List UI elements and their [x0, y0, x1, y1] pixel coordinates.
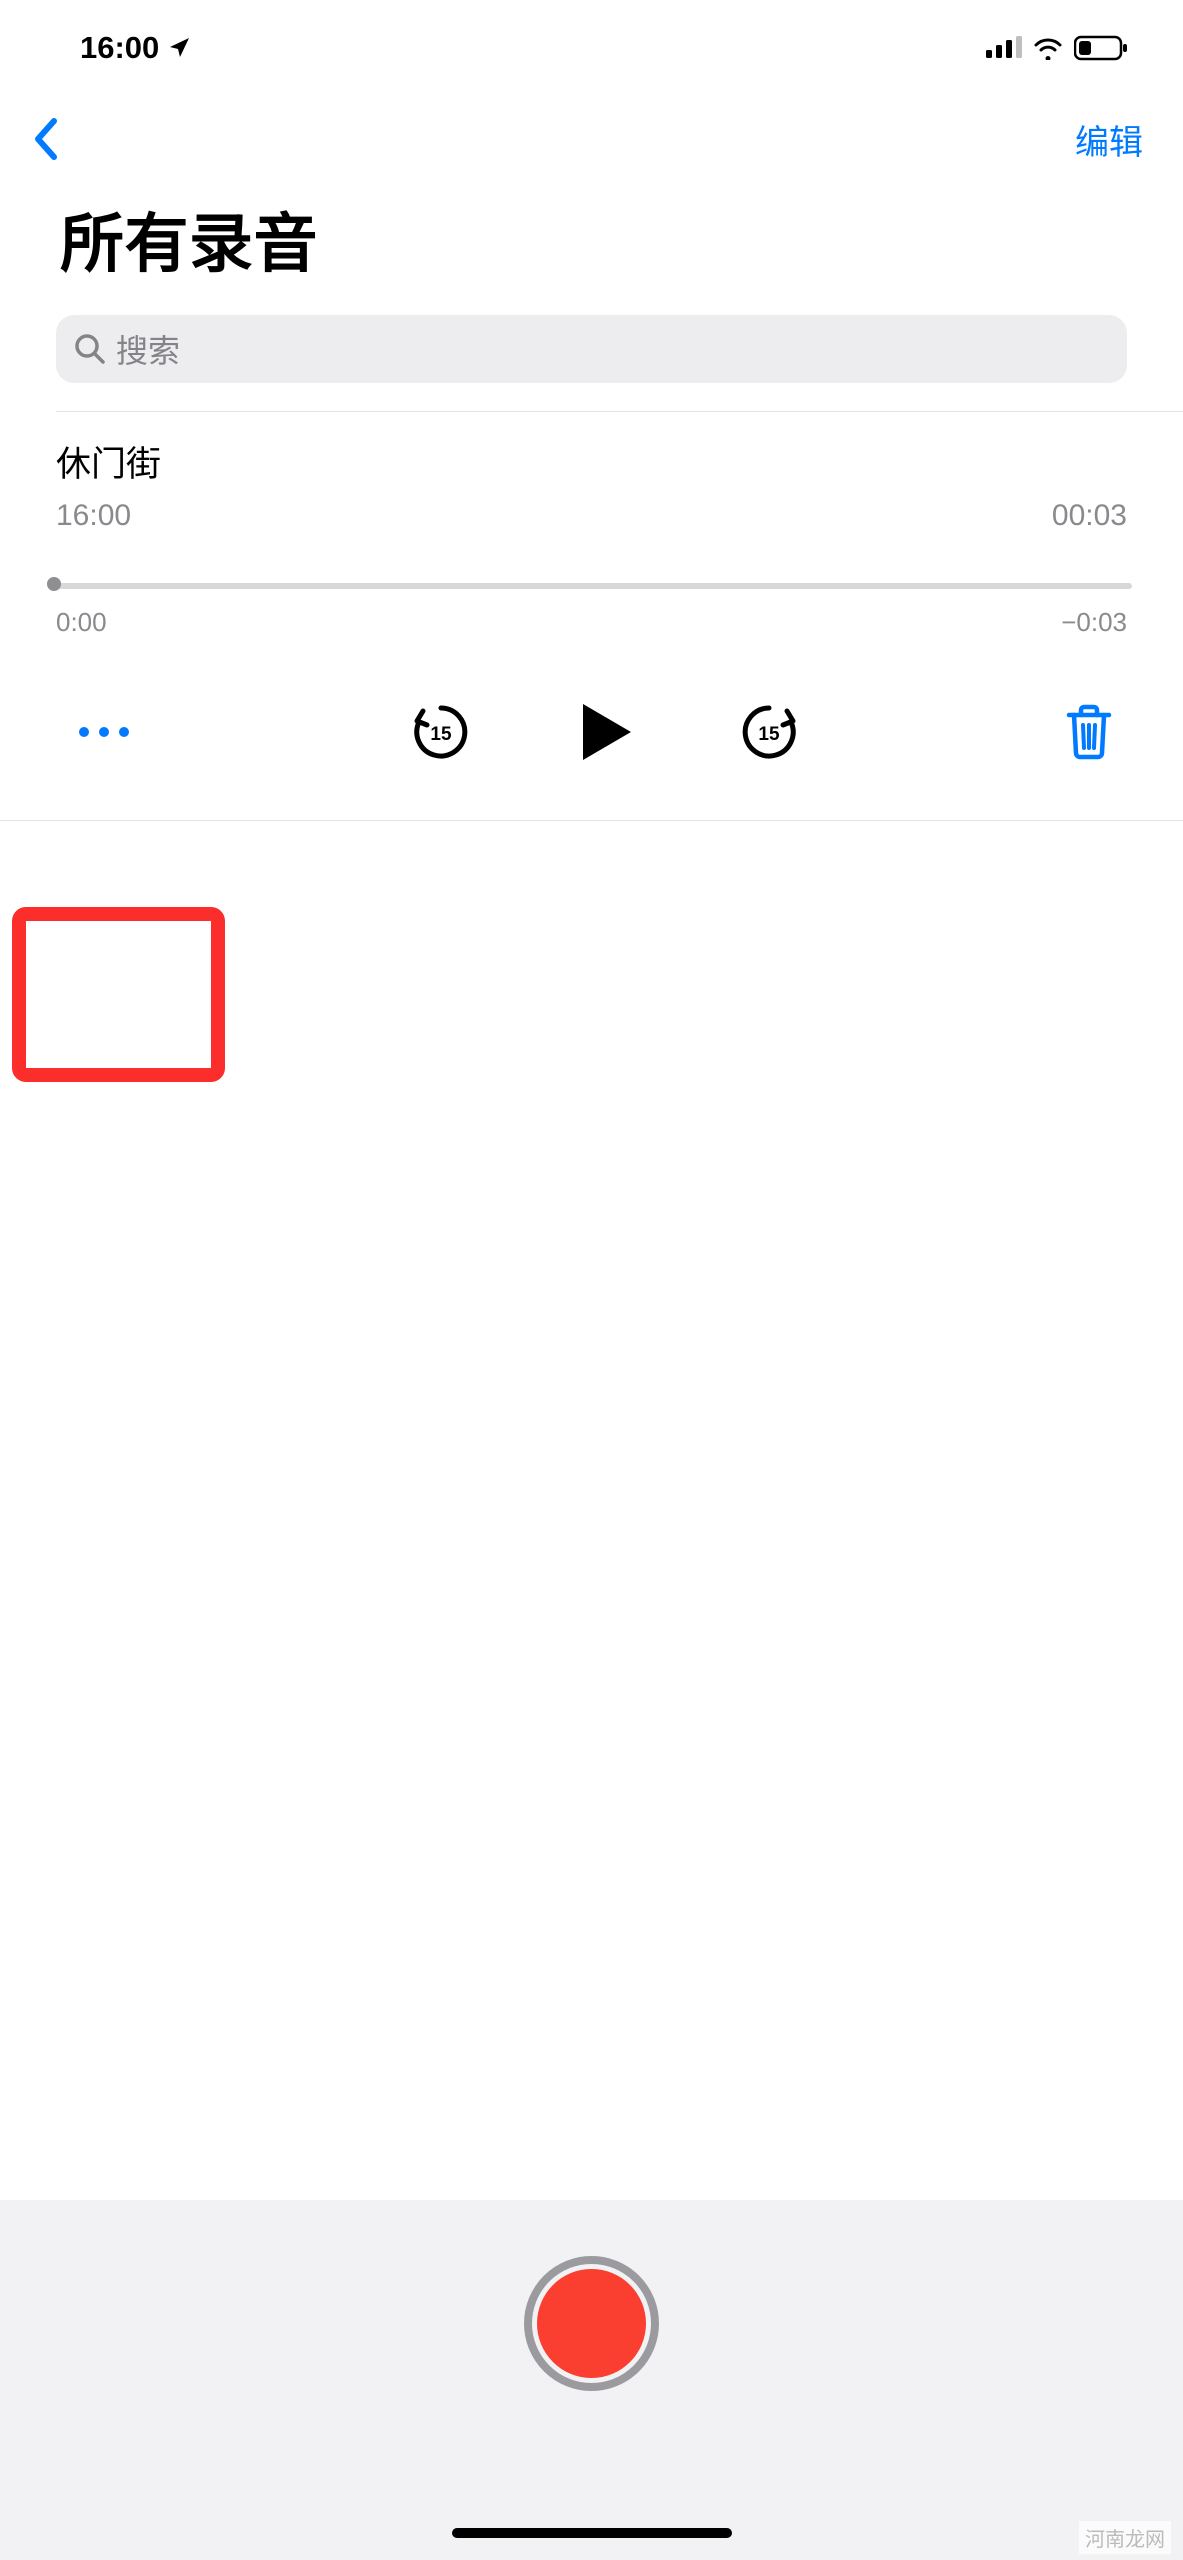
status-bar: 16:00	[0, 0, 1183, 95]
search-input[interactable]: 搜索	[56, 315, 1127, 383]
back-button[interactable]	[32, 117, 60, 161]
location-icon	[167, 36, 191, 60]
record-button[interactable]	[524, 2256, 659, 2391]
recording-duration: 00:03	[1052, 499, 1127, 533]
divider	[0, 820, 1183, 821]
recording-item[interactable]: 休门街 16:00 00:03 0:00 −0:03 15	[0, 412, 1183, 820]
play-button[interactable]	[569, 696, 641, 768]
delete-button[interactable]	[1065, 704, 1119, 760]
home-indicator[interactable]	[452, 2528, 732, 2538]
record-area	[0, 2200, 1183, 2560]
annotation-highlight	[12, 907, 225, 1082]
watermark: 河南龙网	[1079, 2521, 1171, 2554]
skip-forward-button[interactable]: 15	[741, 704, 797, 760]
play-icon	[569, 696, 641, 768]
skip-back-button[interactable]: 15	[413, 704, 469, 760]
status-time: 16:00	[80, 30, 191, 66]
recording-time: 16:00	[56, 499, 131, 533]
wifi-icon	[1032, 36, 1064, 60]
page-title: 所有录音	[0, 183, 1183, 315]
scrubber-track	[51, 583, 1132, 589]
ellipsis-dot	[99, 727, 109, 737]
scrubber-end: −0:03	[1061, 607, 1127, 638]
nav-bar: 编辑	[0, 95, 1183, 183]
center-controls: 15 15	[413, 696, 797, 768]
more-options-button[interactable]	[64, 707, 144, 757]
skip-forward-15-icon: 15	[741, 702, 797, 762]
scrubber-start: 0:00	[56, 607, 107, 638]
scrubber-thumb[interactable]	[47, 577, 61, 591]
edit-button[interactable]: 编辑	[1075, 115, 1151, 164]
search-icon	[74, 333, 106, 365]
chevron-left-icon	[32, 117, 60, 161]
ellipsis-dot	[79, 727, 89, 737]
battery-icon	[1074, 35, 1128, 61]
recording-meta: 16:00 00:03	[56, 499, 1127, 533]
playback-scrubber[interactable]	[51, 583, 1132, 589]
playback-controls: 15 15	[56, 638, 1127, 820]
svg-text:15: 15	[758, 724, 780, 745]
record-button-inner	[537, 2269, 646, 2378]
svg-text:15: 15	[430, 724, 452, 745]
status-icons	[986, 35, 1128, 61]
trash-icon	[1065, 704, 1113, 760]
ellipsis-dot	[119, 727, 129, 737]
recording-name: 休门街	[56, 436, 1127, 487]
search-wrap: 搜索	[0, 315, 1183, 411]
cellular-icon	[986, 36, 1022, 60]
scrubber-labels: 0:00 −0:03	[56, 607, 1127, 638]
search-placeholder: 搜索	[116, 326, 180, 372]
status-time-text: 16:00	[80, 30, 159, 66]
skip-back-15-icon: 15	[413, 702, 469, 762]
